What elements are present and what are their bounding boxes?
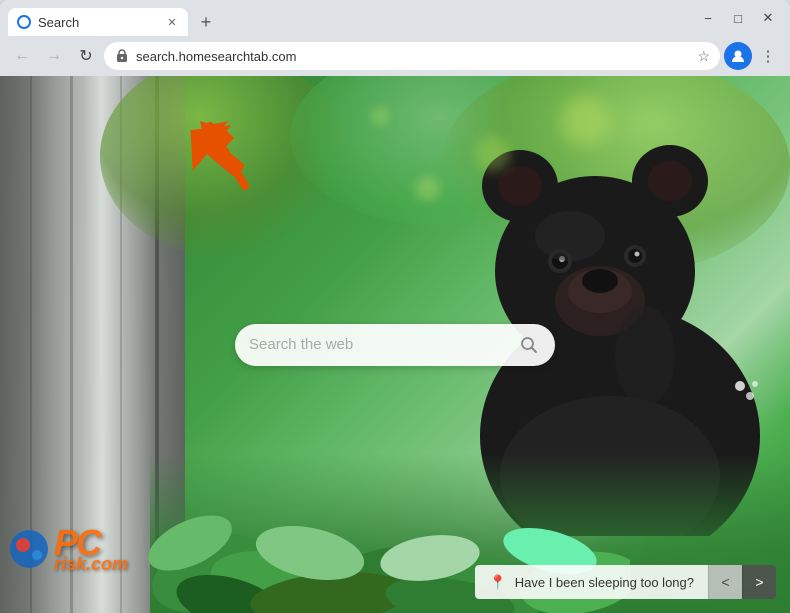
close-button[interactable]: ✕ [754, 4, 782, 32]
bookmark-icon[interactable]: ☆ [697, 48, 710, 65]
globe-icon [17, 15, 31, 29]
profile-button[interactable] [724, 42, 752, 70]
tab-title: Search [38, 15, 79, 30]
pc-blue-dot [32, 550, 42, 560]
minimize-button[interactable]: − [694, 4, 722, 32]
forward-button[interactable]: → [40, 42, 68, 70]
bokeh-1 [560, 96, 610, 146]
pcrisk-subtext: risk.com [54, 555, 128, 573]
active-tab[interactable]: Search ✕ [8, 8, 188, 36]
navigation-bar: ← → ↻ search.homesearchtab.com ☆ ⋮ [0, 36, 790, 76]
page-content: Search the web PC risk.com [0, 76, 790, 613]
menu-button[interactable]: ⋮ [754, 42, 782, 70]
search-container: Search the web [235, 324, 555, 366]
maximize-button[interactable]: □ [724, 4, 752, 32]
bokeh-2 [475, 136, 510, 171]
new-tab-button[interactable]: + [192, 8, 220, 36]
browser-window: Search ✕ + − □ ✕ ← → ↻ search.homesearch… [0, 0, 790, 613]
widget-next-button[interactable]: > [742, 565, 776, 599]
next-icon: > [755, 574, 763, 590]
pc-red-dot [16, 538, 30, 552]
window-controls: − □ ✕ [694, 4, 782, 32]
tab-favicon [16, 14, 32, 30]
prev-icon: < [721, 574, 729, 590]
tab-bar: Search ✕ + [8, 0, 686, 36]
url-text: search.homesearchtab.com [136, 49, 691, 64]
pcrisk-watermark: PC risk.com [10, 525, 128, 573]
bokeh-3 [415, 176, 440, 201]
search-bar[interactable]: Search the web [235, 324, 555, 366]
suggestion-text: Have I been sleeping too long? [515, 575, 694, 590]
back-button[interactable]: ← [8, 42, 36, 70]
title-bar: Search ✕ + − □ ✕ [0, 0, 790, 36]
reload-button[interactable]: ↻ [72, 42, 100, 70]
nav-right-buttons: ⋮ [724, 42, 782, 70]
security-icon [114, 48, 130, 64]
tab-close-button[interactable]: ✕ [164, 14, 180, 30]
bokeh-4 [370, 106, 390, 126]
orange-arrow [185, 114, 265, 204]
suggestion-item[interactable]: 📍 Have I been sleeping too long? [475, 565, 708, 599]
widget-prev-button[interactable]: < [708, 565, 742, 599]
pcrisk-icon [10, 530, 48, 568]
location-pin-icon: 📍 [489, 574, 506, 591]
search-button[interactable] [517, 333, 541, 357]
bottom-widget: 📍 Have I been sleeping too long? < > [475, 565, 776, 599]
search-placeholder: Search the web [249, 336, 509, 353]
address-bar[interactable]: search.homesearchtab.com ☆ [104, 42, 720, 70]
